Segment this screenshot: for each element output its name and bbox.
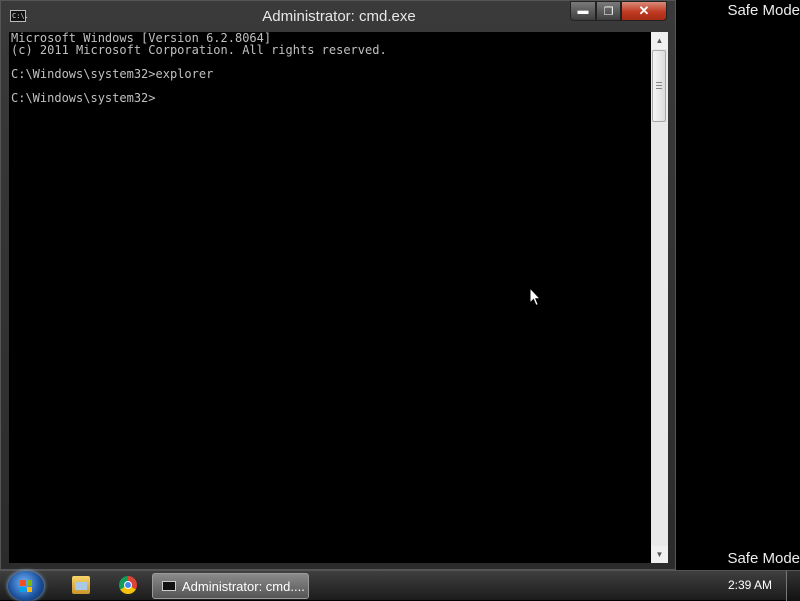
cmd-window[interactable]: C:\. Administrator: cmd.exe ▬ ❐ ✕ Micros… xyxy=(0,0,676,570)
folder-icon[interactable] xyxy=(72,576,90,594)
grip-icon xyxy=(656,81,662,91)
scroll-thumb[interactable] xyxy=(652,50,666,122)
chrome-icon[interactable] xyxy=(119,576,137,594)
close-icon: ✕ xyxy=(638,3,650,18)
show-desktop-button[interactable] xyxy=(786,571,800,601)
mouse-pointer-icon xyxy=(529,287,541,307)
scroll-up-button[interactable]: ▲ xyxy=(651,32,668,49)
safe-mode-label-bottom: Safe Mode xyxy=(727,550,800,567)
window-titlebar[interactable]: C:\. Administrator: cmd.exe ▬ ❐ ✕ xyxy=(1,1,675,31)
scroll-down-button[interactable]: ▼ xyxy=(651,546,668,563)
console-line: C:\Windows\system32>explorer xyxy=(11,67,214,81)
console-output[interactable]: Microsoft Windows [Version 6.2.8064] (c)… xyxy=(9,32,651,563)
vertical-scrollbar[interactable]: ▲ ▼ xyxy=(651,32,668,563)
cmd-icon xyxy=(162,581,176,591)
arrow-up-icon: ▲ xyxy=(655,36,664,45)
taskbar-item-cmd[interactable]: Administrator: cmd.... xyxy=(152,573,309,599)
start-button[interactable] xyxy=(8,571,44,601)
windows-logo-icon xyxy=(20,580,32,592)
close-button[interactable]: ✕ xyxy=(621,1,667,21)
minimize-button[interactable]: ▬ xyxy=(570,1,596,21)
safe-mode-label-top: Safe Mode xyxy=(727,2,800,19)
minimize-icon: ▬ xyxy=(577,5,589,17)
taskbar-item-label: Administrator: cmd.... xyxy=(182,579,305,594)
arrow-down-icon: ▼ xyxy=(655,550,664,559)
console-line: (c) 2011 Microsoft Corporation. All righ… xyxy=(11,43,387,57)
console-prompt: C:\Windows\system32> xyxy=(11,91,156,105)
restore-icon: ❐ xyxy=(603,5,614,18)
taskbar: Administrator: cmd.... 2:39 AM xyxy=(0,570,800,601)
system-clock[interactable]: 2:39 AM xyxy=(728,578,772,592)
maximize-button[interactable]: ❐ xyxy=(596,1,621,21)
